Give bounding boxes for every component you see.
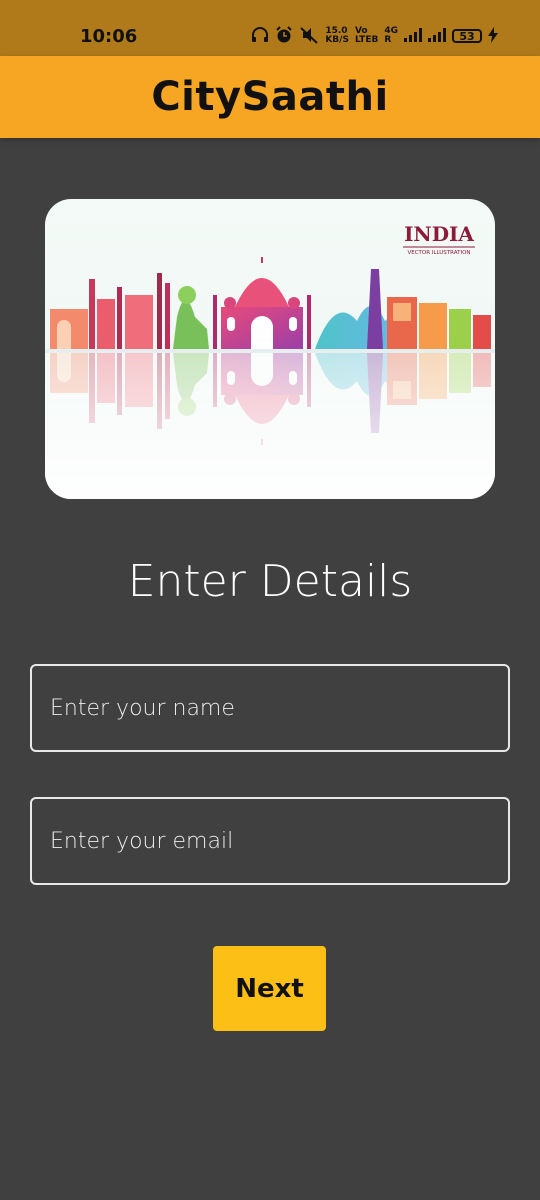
name-field-container — [30, 664, 510, 752]
battery-level: 53 — [459, 29, 475, 43]
brand-subtitle: VECTOR ILLUSTRATION — [407, 250, 470, 256]
mute-icon — [299, 26, 319, 47]
status-time: 10:06 — [80, 26, 138, 47]
speed-unit: KB/S — [325, 35, 349, 45]
network-type: 4G R — [384, 27, 398, 45]
form-heading: Enter Details — [127, 556, 413, 607]
next-button[interactable]: Next — [213, 946, 326, 1031]
charging-icon — [488, 26, 498, 46]
network-type-bottom: R — [384, 35, 392, 45]
signal-icon — [404, 27, 422, 45]
network-speed: 15.0 KB/S — [325, 27, 349, 45]
hero-image: INDIA VECTOR ILLUSTRATION — [45, 199, 495, 499]
email-field-container — [30, 797, 510, 885]
alarm-icon — [275, 25, 293, 47]
status-icons: 15.0 KB/S Vo LTEB 4G R 53 — [251, 24, 498, 48]
volte-indicator: Vo LTEB — [355, 27, 378, 45]
name-input[interactable] — [32, 666, 508, 750]
email-input[interactable] — [32, 799, 508, 883]
status-bar: 10:06 15.0 KB/S Vo LTEB 4G R 53 — [0, 0, 540, 56]
app-bar: CitySaathi — [0, 56, 540, 138]
battery-icon: 53 — [452, 29, 482, 43]
volte-bottom: LTEB — [354, 35, 379, 45]
india-skyline-illustration: INDIA VECTOR ILLUSTRATION — [45, 222, 495, 499]
signal-icon — [428, 27, 446, 45]
brand-title: INDIA — [404, 222, 474, 246]
headphones-icon — [251, 26, 269, 46]
app-title: CitySaathi — [151, 74, 389, 120]
